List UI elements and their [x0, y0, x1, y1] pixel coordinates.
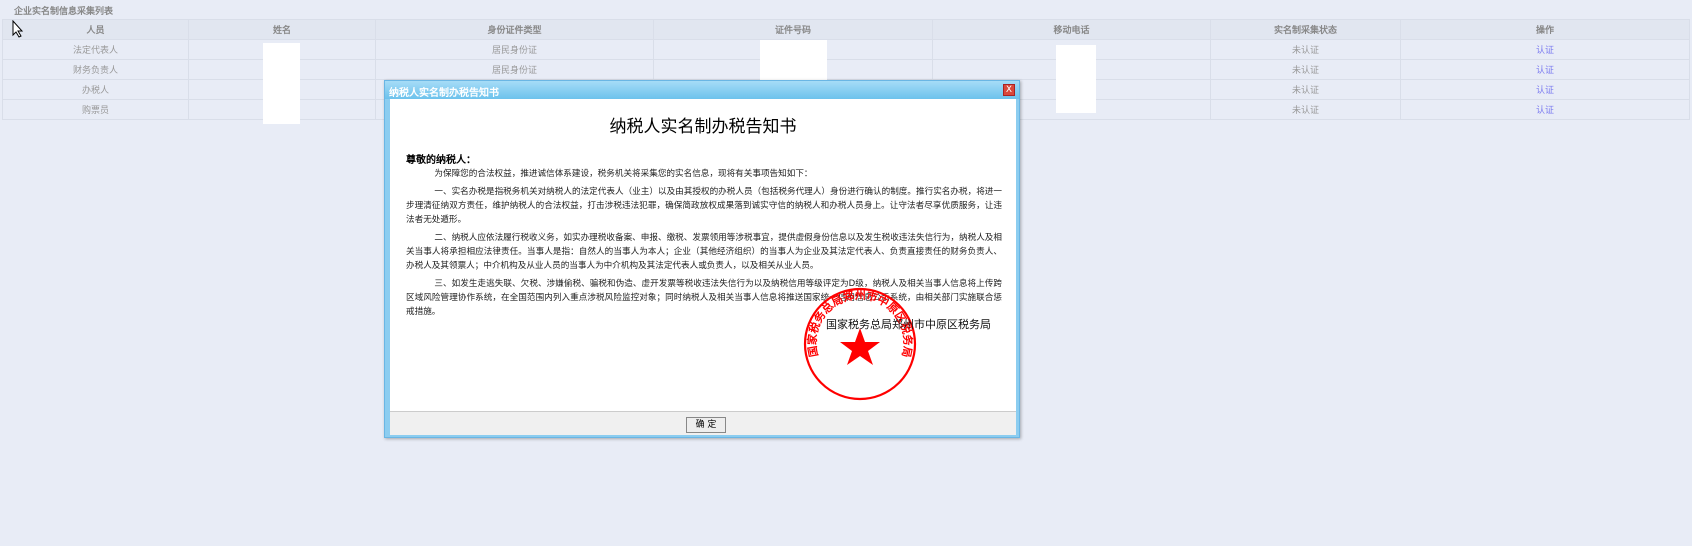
confirm-button[interactable]: 确 定 [686, 417, 726, 433]
paragraph-2: 二、纳税人应依法履行税收义务，如实办理税收备案、申报、缴税、发票领用等涉税事宜，… [406, 233, 1002, 271]
close-button[interactable]: X [1003, 84, 1015, 96]
paragraph-intro: 为保障您的合法权益，推进诚信体系建设，税务机关将采集您的实名信息，现将有关事项告… [434, 169, 813, 179]
cell-id-type: 居民身份证 [375, 39, 654, 60]
official-seal-icon: 国家税务总局郑州市中原区税务局 [803, 287, 917, 401]
cell-status: 未认证 [1210, 39, 1401, 60]
col-header: 证件号码 [653, 19, 933, 40]
cell-role: 法定代表人 [2, 39, 189, 60]
signature: 国家税务总局郑州市中原区税务局 [826, 318, 991, 331]
cell-role: 办税人 [2, 79, 189, 100]
table-row: 法定代表人居民身份证41 913未认证认证 [2, 39, 1690, 60]
document-title: 纳税人实名制办税告知书 [609, 117, 797, 137]
paragraph-1: 一、实名办税是指税务机关对纳税人的法定代表人（业主）以及由其授权的办税人员（包括… [406, 187, 1002, 225]
col-header: 操作 [1400, 19, 1690, 40]
cell-status: 未认证 [1210, 79, 1401, 100]
greeting: 尊敬的纳税人： [406, 155, 476, 166]
redaction-box [1056, 45, 1096, 113]
verify-link[interactable]: 认证 [1400, 79, 1690, 100]
cell-status: 未认证 [1210, 59, 1401, 80]
col-header: 身份证件类型 [375, 19, 654, 40]
cell-role: 财务负责人 [2, 59, 189, 80]
verify-link[interactable]: 认证 [1400, 59, 1690, 80]
col-header: 移动电话 [932, 19, 1211, 40]
cell-role: 购票员 [2, 99, 189, 120]
mouse-cursor-icon [12, 20, 24, 38]
dialog-footer: 确 定 [390, 411, 1016, 435]
verify-link[interactable]: 认证 [1400, 39, 1690, 60]
redaction-box [263, 43, 300, 124]
notice-dialog: 纳税人实名制办税告知书 X 纳税人实名制办税告知书 尊敬的纳税人： 为保障您的合… [384, 80, 1020, 438]
col-header: 实名制采集状态 [1210, 19, 1401, 40]
verify-link[interactable]: 认证 [1400, 99, 1690, 120]
cell-id-type: 居民身份证 [375, 59, 654, 80]
dialog-body: 纳税人实名制办税告知书 尊敬的纳税人： 为保障您的合法权益，推进诚信体系建设，税… [390, 99, 1016, 411]
table-header: 人员 姓名 身份证件类型 证件号码 移动电话 实名制采集状态 操作 [2, 19, 1690, 40]
col-header: 人员 [2, 19, 189, 40]
table-row: 财务负责人居民身份证41 X13未认证认证 [2, 59, 1690, 80]
page-title: 企业实名制信息采集列表 [14, 7, 114, 17]
cell-status: 未认证 [1210, 99, 1401, 120]
dialog-title: 纳税人实名制办税告知书 [385, 81, 1019, 99]
col-header: 姓名 [188, 19, 376, 40]
